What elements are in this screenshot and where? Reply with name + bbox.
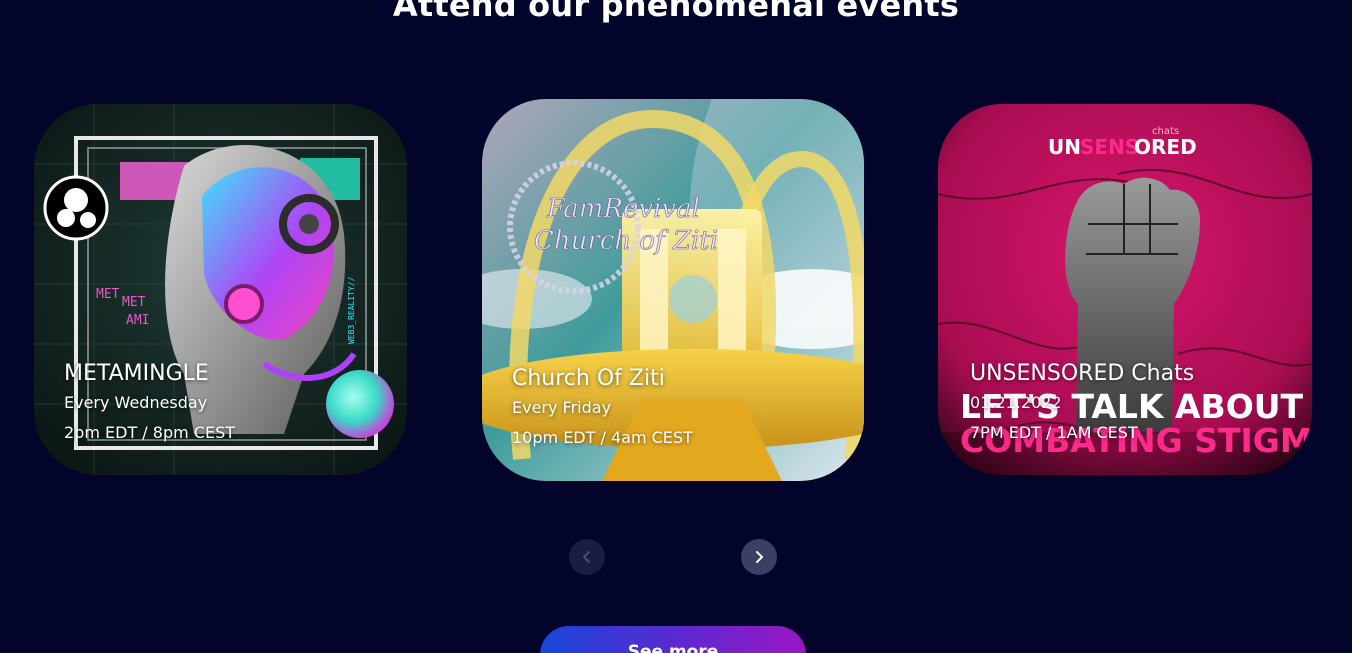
event-schedule: Every Wednesday [64, 393, 208, 412]
event-info: UNSENSORED Chats 01.21.2022 7PM EDT / 1A… [970, 360, 1194, 448]
carousel-prev-button[interactable] [569, 539, 605, 575]
event-info: METAMINGLE Every Wednesday 2pm EDT / 8pm… [64, 360, 235, 448]
event-card-unsensored-chats[interactable]: UN SENS ORED chats LET'S TALK ABOUT COMB… [938, 104, 1312, 475]
svg-text:chats: chats [1152, 126, 1179, 137]
chevron-left-icon [583, 551, 590, 563]
event-card-metamingle[interactable]: MET MET AMI WEB3_REALITY// METAMINGLE Ev… [34, 104, 407, 475]
event-time: 7PM EDT / 1AM CEST [970, 423, 1138, 442]
carousel-next-button[interactable] [741, 539, 777, 575]
event-card-church-of-ziti[interactable]: FamRevival Church of Ziti Church Of Ziti… [482, 99, 864, 481]
event-info: Church Of Ziti Every Friday 10pm EDT / 4… [512, 365, 693, 453]
see-more-button[interactable]: See more [540, 626, 806, 653]
event-title: Church Of Ziti [512, 366, 665, 391]
svg-text:MET: MET [96, 287, 120, 302]
event-time: 10pm EDT / 4am CEST [512, 428, 693, 447]
event-title: UNSENSORED Chats [970, 361, 1195, 386]
svg-text:MET: MET [122, 295, 146, 310]
svg-text:Church of Ziti: Church of Ziti [534, 226, 718, 256]
svg-text:AMI: AMI [126, 313, 149, 328]
svg-text:SENS: SENS [1080, 135, 1139, 159]
chevron-right-icon [756, 551, 763, 563]
see-more-label: See more [627, 642, 719, 653]
events-section: Attend our phenomenal events MET MET AMI… [0, 0, 1352, 653]
svg-text:UN: UN [1048, 135, 1081, 159]
section-heading: Attend our phenomenal events [392, 0, 960, 24]
event-date: 01.21.2022 [970, 393, 1062, 412]
svg-text:ORED: ORED [1134, 135, 1197, 159]
event-schedule: Every Friday [512, 398, 612, 417]
svg-text:WEB3_REALITY//: WEB3_REALITY// [347, 276, 356, 344]
event-title: METAMINGLE [64, 361, 209, 386]
event-time: 2pm EDT / 8pm CEST [64, 423, 235, 442]
svg-text:FamRevival: FamRevival [546, 194, 700, 224]
